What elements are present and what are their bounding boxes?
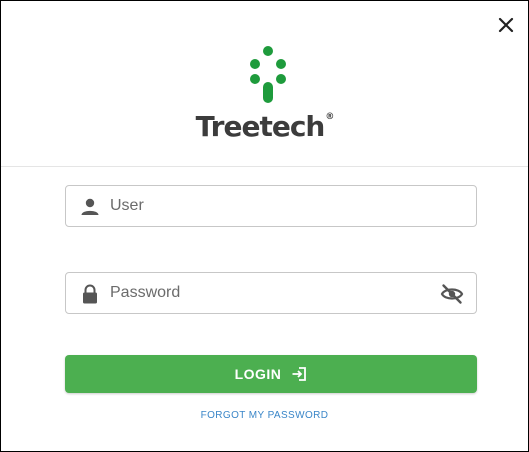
treetech-logo-icon — [250, 46, 286, 103]
person-icon — [81, 198, 99, 215]
eye-off-icon[interactable] — [440, 283, 464, 305]
brand-logo: Treetech® — [1, 110, 528, 143]
dialog-header: Treetech® — [1, 1, 528, 167]
password-field[interactable] — [65, 272, 477, 314]
login-dialog: Treetech® LOGIN FORGOT MY PASSWORD — [0, 0, 529, 452]
lock-icon — [83, 284, 97, 304]
forgot-password-link[interactable]: FORGOT MY PASSWORD — [1, 410, 528, 421]
user-field[interactable] — [65, 185, 477, 227]
user-input[interactable] — [110, 186, 430, 226]
login-icon — [292, 367, 307, 381]
login-button[interactable]: LOGIN — [65, 355, 477, 393]
registered-mark: ® — [325, 112, 334, 122]
brand-name: Treetech — [195, 110, 326, 143]
login-button-label: LOGIN — [234, 366, 282, 382]
password-input[interactable] — [110, 273, 430, 313]
